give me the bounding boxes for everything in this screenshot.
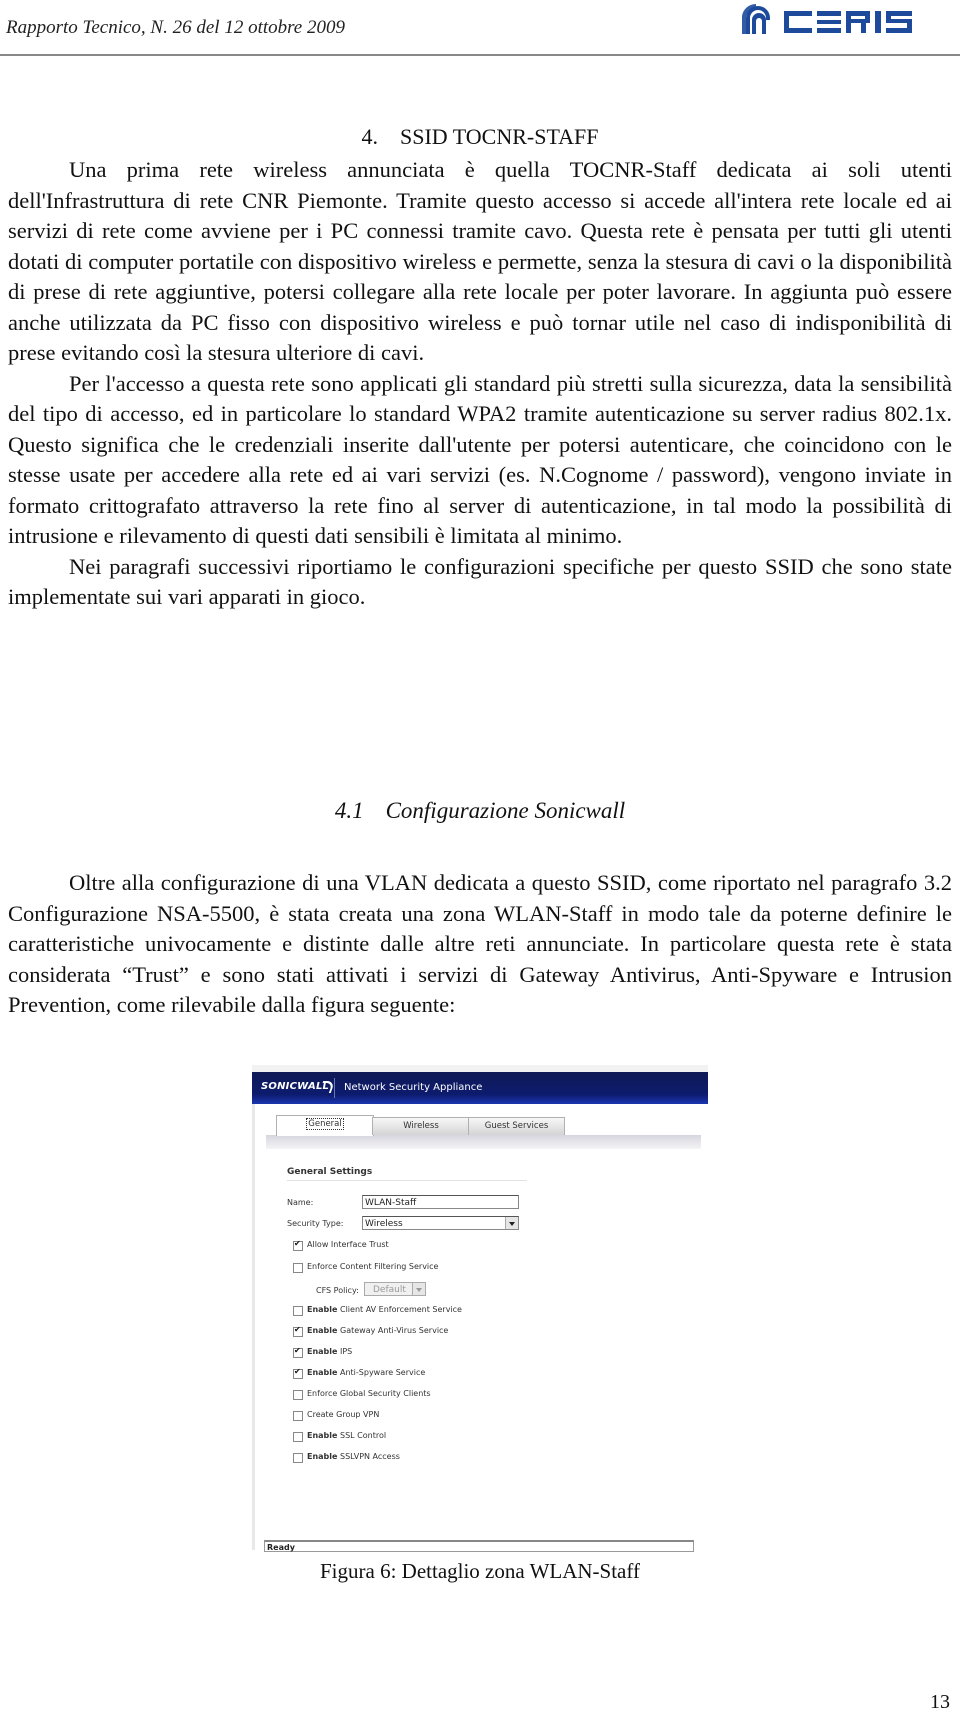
tab-label: General	[306, 1118, 344, 1130]
subsection-heading: 4.1 Configurazione Sonicwall	[0, 798, 960, 824]
label-text: Gateway Anti-Virus Service	[337, 1326, 449, 1335]
section-divider	[287, 1180, 527, 1181]
name-input[interactable]: WLAN-Staff	[362, 1195, 519, 1209]
checkbox-label: Enable Anti-Spyware Service	[307, 1368, 425, 1377]
paragraph: Per l'accesso a questa rete sono applica…	[8, 370, 952, 549]
section-number: 4.	[361, 124, 378, 149]
page-header: Rapporto Tecnico, N. 26 del 12 ottobre 2…	[0, 0, 960, 58]
subsection-title: Configurazione Sonicwall	[385, 798, 626, 823]
checkbox-label: Enable IPS	[307, 1347, 352, 1356]
checkbox-unchecked-icon[interactable]	[293, 1390, 303, 1400]
ceris-logo-icon	[742, 4, 770, 34]
paragraph: Nei paragrafi successivi riportiamo le c…	[8, 553, 952, 610]
checkbox-label: Enable SSLVPN Access	[307, 1452, 400, 1461]
label-prefix: Enable	[307, 1347, 338, 1356]
checkbox-checked-icon[interactable]	[293, 1325, 303, 1337]
security-type-label: Security Type:	[287, 1219, 344, 1228]
label-prefix: Enable	[307, 1431, 338, 1440]
tab-guest-services[interactable]: Guest Services	[468, 1117, 565, 1135]
security-type-select[interactable]: Wireless	[362, 1216, 519, 1230]
checkbox-label: Enable Client AV Enforcement Service	[307, 1305, 462, 1314]
label-text: Client AV Enforcement Service	[337, 1305, 462, 1314]
header-divider	[0, 54, 960, 56]
ceris-logo-wordmark	[784, 11, 912, 33]
checkbox-unchecked-icon[interactable]	[293, 1453, 303, 1463]
general-settings-heading: General Settings	[287, 1167, 373, 1177]
checkbox-label: Create Group VPN	[307, 1410, 380, 1419]
checkbox-label: Enforce Content Filtering Service	[307, 1262, 439, 1271]
section-title: SSID TOCNR-STAFF	[399, 124, 599, 149]
label-prefix: Enable	[307, 1326, 338, 1335]
tab-wireless[interactable]: Wireless	[372, 1117, 470, 1135]
checkbox-label: Enable SSL Control	[307, 1431, 386, 1440]
checkbox-label: Enforce Global Security Clients	[307, 1389, 431, 1398]
sonicwall-header: SONICWALL Network Security Appliance	[252, 1072, 708, 1104]
left-border	[252, 1104, 255, 1550]
cfs-policy-value: Default	[373, 1285, 406, 1295]
label-text: SSLVPN Access	[337, 1452, 400, 1461]
checkbox-label: Enable Gateway Anti-Virus Service	[307, 1326, 448, 1335]
checkbox-checked-icon[interactable]	[293, 1346, 303, 1358]
paragraph: Oltre alla configurazione di una VLAN de…	[8, 870, 952, 1017]
section-body: Una prima rete wireless annunciata è que…	[8, 155, 952, 613]
cfs-policy-label: CFS Policy:	[316, 1286, 359, 1295]
ceris-logo	[742, 4, 912, 34]
checkbox-label: Allow Interface Trust	[307, 1240, 389, 1249]
label-text: SSL Control	[337, 1431, 387, 1440]
page-number: 13	[930, 1691, 950, 1713]
checkbox-unchecked-icon[interactable]	[293, 1411, 303, 1421]
sonicwall-swoosh-icon	[318, 1081, 336, 1093]
paragraph: Una prima rete wireless annunciata è que…	[8, 157, 952, 365]
checkbox-unchecked-icon[interactable]	[293, 1432, 303, 1442]
tab-general[interactable]: General	[276, 1115, 374, 1136]
label-text: IPS	[337, 1347, 353, 1356]
subsection-number: 4.1	[334, 798, 364, 823]
header-separator	[334, 1078, 335, 1098]
cfs-policy-select[interactable]: Default	[364, 1282, 426, 1296]
dropdown-arrow-icon[interactable]	[505, 1217, 518, 1229]
tab-strip: General Wireless Guest Services	[266, 1115, 701, 1151]
label-prefix: Enable	[307, 1368, 338, 1377]
dropdown-arrow-icon[interactable]	[412, 1283, 425, 1295]
checkbox-checked-icon[interactable]	[293, 1367, 303, 1379]
report-title: Rapporto Tecnico, N. 26 del 12 ottobre 2…	[6, 17, 345, 38]
window-top-band	[252, 1065, 708, 1072]
status-bar: Ready	[264, 1540, 694, 1552]
subsection-body: Oltre alla configurazione di una VLAN de…	[8, 868, 952, 1021]
section-heading: 4. SSID TOCNR-STAFF	[0, 124, 960, 150]
security-type-value: Wireless	[365, 1219, 403, 1229]
checkbox-checked-icon[interactable]	[293, 1239, 303, 1251]
checkbox-unchecked-icon[interactable]	[293, 1306, 303, 1316]
figure-caption: Figura 6: Dettaglio zona WLAN-Staff	[320, 1559, 640, 1583]
label-prefix: Enable	[307, 1452, 338, 1461]
label-text: Anti-Spyware Service	[337, 1368, 426, 1377]
name-label: Name:	[287, 1198, 314, 1207]
sonicwall-screenshot: SONICWALL Network Security Appliance Gen…	[252, 1065, 708, 1552]
checkbox-unchecked-icon[interactable]	[293, 1263, 303, 1273]
app-title: Network Security Appliance	[344, 1082, 483, 1093]
label-prefix: Enable	[307, 1305, 338, 1314]
tab-bar	[266, 1135, 701, 1149]
